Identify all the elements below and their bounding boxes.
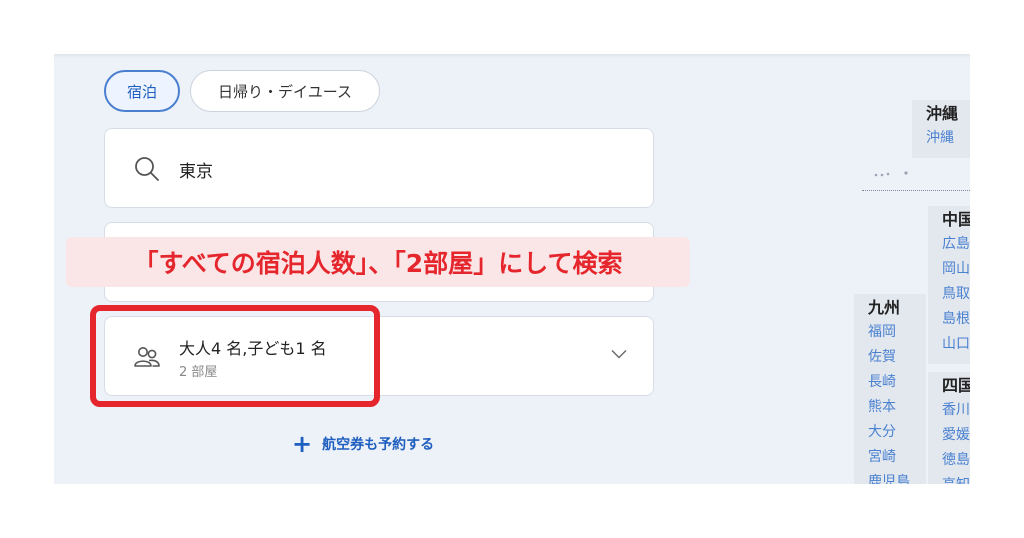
search-icon	[135, 157, 159, 181]
pref-link[interactable]: 熊本	[868, 395, 926, 420]
region-okinawa: 沖縄 沖縄	[912, 100, 970, 158]
pref-link[interactable]: 広島	[942, 232, 970, 257]
pref-link[interactable]: 沖縄	[926, 126, 970, 151]
region-map: 沖縄 沖縄 中国 広島 岡山 鳥取 島根 山口 九州 福岡 佐賀 長崎 熊本 大…	[854, 94, 970, 484]
region-kyushu: 九州 福岡 佐賀 長崎 熊本 大分 宮崎 鹿児島	[854, 294, 926, 484]
pref-link[interactable]: 長崎	[868, 370, 926, 395]
destination-value: 東京	[179, 162, 213, 182]
plus-icon: +	[292, 430, 313, 458]
pref-link[interactable]: 愛媛	[942, 423, 970, 448]
instruction-banner: 「すべての宿泊人数」、「2部屋」にして検索	[66, 237, 690, 287]
pref-link[interactable]: 鹿児島	[868, 470, 926, 484]
pref-link[interactable]: 福岡	[868, 320, 926, 345]
region-shikoku: 四国 香川 愛媛 徳島 高知	[928, 372, 970, 484]
pref-link[interactable]: 鳥取	[942, 282, 970, 307]
pref-link[interactable]: 島根	[942, 307, 970, 332]
pref-link[interactable]: 宮崎	[868, 445, 926, 470]
region-name: 四国	[942, 376, 970, 395]
islands-icon	[874, 171, 908, 177]
region-chugoku: 中国 広島 岡山 鳥取 島根 山口	[928, 206, 970, 364]
tab-stay[interactable]: 宿泊	[104, 70, 180, 112]
pref-link[interactable]: 徳島	[942, 448, 970, 473]
region-name: 中国	[942, 210, 970, 229]
highlight-box	[90, 305, 380, 407]
region-name: 沖縄	[926, 104, 959, 123]
panel-top-shadow	[54, 54, 970, 58]
pref-link[interactable]: 大分	[868, 420, 926, 445]
pref-link[interactable]: 佐賀	[868, 345, 926, 370]
destination-field[interactable]: 東京	[104, 128, 654, 208]
pref-link[interactable]: 高知	[942, 473, 970, 484]
region-name: 九州	[868, 298, 901, 317]
chevron-down-icon[interactable]	[611, 349, 627, 359]
add-flight-label: 航空券も予約する	[322, 437, 435, 453]
tab-day-use[interactable]: 日帰り・デイユース	[190, 70, 380, 112]
map-divider	[862, 182, 970, 191]
pref-link[interactable]: 岡山	[942, 257, 970, 282]
pref-link[interactable]: 香川	[942, 398, 970, 423]
pref-link[interactable]: 山口	[942, 332, 970, 357]
add-flight-link[interactable]: + 航空券も予約する	[292, 432, 434, 456]
